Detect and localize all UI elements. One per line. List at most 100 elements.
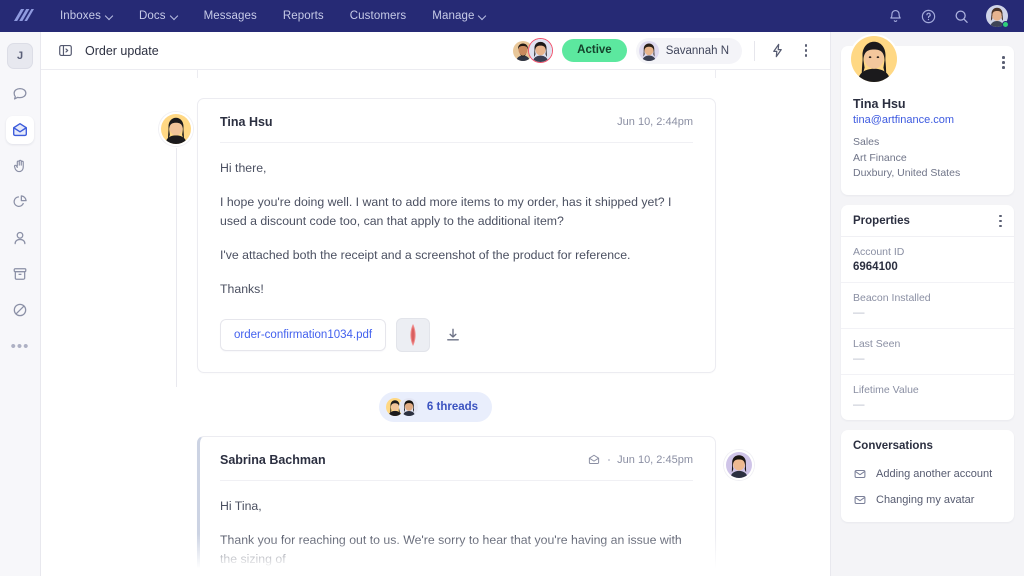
nav-item-messages[interactable]: Messages <box>191 4 270 28</box>
separator-dot <box>607 458 611 462</box>
thread-list: Tina Hsu Jun 10, 2:44pm Hi there, I hope… <box>41 70 830 576</box>
image-attachment-thumbnail[interactable] <box>396 318 431 353</box>
message-author: Sabrina Bachman <box>220 453 326 468</box>
thumbnail-image <box>402 321 425 350</box>
thread-scroll-area[interactable]: Tina Hsu Jun 10, 2:44pm Hi there, I hope… <box>41 70 830 576</box>
email-icon <box>853 467 867 481</box>
sidebar-item-blocked[interactable] <box>6 296 34 324</box>
nav-item-manage[interactable]: Manage <box>419 4 499 28</box>
message-header: Tina Hsu Jun 10, 2:44pm <box>220 115 693 143</box>
contact-name: Tina Hsu <box>853 97 906 111</box>
sidebar-item-chat[interactable] <box>6 80 34 108</box>
contact-location: Duxbury, United States <box>853 167 961 180</box>
previous-message-card-partial[interactable] <box>197 70 716 78</box>
archive-icon <box>13 268 27 280</box>
chevron-down-icon <box>479 12 486 19</box>
message-paragraph: Hi Tina, <box>220 499 262 514</box>
expand-panel-icon[interactable] <box>57 42 74 59</box>
bell-icon[interactable] <box>887 8 904 25</box>
assignee-chip[interactable]: Savannah N <box>635 37 742 64</box>
properties-title: Properties <box>853 214 910 227</box>
status-badge[interactable]: Active <box>562 39 627 62</box>
thread-participant-avatar <box>398 397 419 418</box>
thread-connector-line <box>175 148 177 388</box>
property-row[interactable]: Beacon Installed — <box>841 283 1014 330</box>
nav-item-reports[interactable]: Reports <box>270 4 337 28</box>
properties-header: Properties <box>841 205 1014 238</box>
message-paragraph: I hope you're doing well. I want to add … <box>220 195 672 229</box>
avatar[interactable] <box>724 450 754 481</box>
message-item: Sabrina Bachman Jun 10, 2:45pm Hi Tina, … <box>197 436 754 576</box>
nav-item-customers[interactable]: Customers <box>337 4 420 28</box>
search-icon[interactable] <box>953 8 970 25</box>
property-value: 6964100 <box>853 261 898 274</box>
app-root: Inboxes Docs Messages Reports Customers … <box>0 0 1024 576</box>
property-row[interactable]: Lifetime Value — <box>841 375 1014 420</box>
sidebar-item-contacts[interactable] <box>6 224 34 252</box>
attachment-file-link[interactable]: order-confirmation1034.pdf <box>220 319 387 352</box>
conversation-header: Order update Active Savannah N <box>41 32 830 70</box>
lightning-icon[interactable] <box>767 41 787 61</box>
property-label: Account ID <box>853 246 905 259</box>
sidebar-more-button[interactable]: ••• <box>11 339 30 354</box>
sidebar-item-reports[interactable] <box>6 188 34 216</box>
threads-count-label: 6 threads <box>426 401 479 414</box>
message-card: Tina Hsu Jun 10, 2:44pm Hi there, I hope… <box>197 98 716 374</box>
page-title: Order update <box>85 43 159 58</box>
assignee-name: Savannah N <box>665 44 729 57</box>
customer-sidebar: Tina Hsu tina@artfinance.com Sales Art F… <box>830 32 1024 576</box>
nav-item-label: Docs <box>138 10 166 22</box>
conversation-header-actions: Active Savannah N <box>512 37 816 64</box>
left-sidebar-rail: J ••• <box>0 32 41 576</box>
chevron-down-icon <box>106 12 113 19</box>
avatar[interactable] <box>159 112 193 146</box>
viewer-avatar-stack[interactable] <box>512 38 554 63</box>
property-label: Last Seen <box>853 338 901 351</box>
properties-menu-button[interactable] <box>999 214 1002 228</box>
nav-item-docs[interactable]: Docs <box>126 4 191 28</box>
contact-email[interactable]: tina@artfinance.com <box>853 114 1002 126</box>
attachment-row: order-confirmation1034.pdf <box>220 318 693 353</box>
online-status-dot <box>1002 21 1009 28</box>
nav-item-label: Inboxes <box>60 10 101 22</box>
workspace-badge[interactable]: J <box>7 43 33 69</box>
message-card: Sabrina Bachman Jun 10, 2:45pm Hi Tina, … <box>197 436 716 576</box>
message-author: Tina Hsu <box>220 115 273 129</box>
nav-item-inboxes[interactable]: Inboxes <box>47 4 126 28</box>
message-body: Hi there, I hope you're doing well. I wa… <box>220 143 693 353</box>
message-meta: Jun 10, 2:44pm <box>617 116 693 128</box>
conversations-list: Adding another account Changing my avata… <box>841 456 1014 522</box>
list-item[interactable]: Changing my avatar <box>849 487 1006 513</box>
property-value: — <box>853 353 865 366</box>
contact-menu-button[interactable] <box>1002 56 1005 69</box>
sidebar-item-archive[interactable] <box>6 260 34 288</box>
header-divider <box>754 40 755 61</box>
message-paragraph: Thank you for reaching out to us. We're … <box>220 533 682 567</box>
property-row[interactable]: Account ID 6964100 <box>841 237 1014 284</box>
conversation-subject: Changing my avatar <box>876 494 975 507</box>
properties-panel: Properties Account ID 6964100 Beacon Ins… <box>841 204 1014 421</box>
conversation-pane: Order update Active Savannah N Tina Hsu … <box>41 32 830 576</box>
nav-right-controls <box>887 5 1014 28</box>
hand-icon <box>13 159 24 173</box>
message-item: Tina Hsu Jun 10, 2:44pm Hi there, I hope… <box>159 98 716 388</box>
main-nav-items: Inboxes Docs Messages Reports Customers … <box>47 4 499 28</box>
message-paragraph: I've attached both the receipt and a scr… <box>220 248 631 263</box>
help-circle-icon[interactable] <box>920 8 937 25</box>
kebab-menu-icon[interactable] <box>796 41 816 61</box>
avatar[interactable] <box>849 34 899 84</box>
threads-collapsed-button[interactable]: 6 threads <box>378 392 493 423</box>
sidebar-item-hand[interactable] <box>6 152 34 180</box>
logo-container[interactable] <box>0 7 45 25</box>
message-timestamp: Jun 10, 2:44pm <box>617 116 693 128</box>
user-avatar[interactable] <box>986 5 1009 28</box>
list-item[interactable]: Adding another account <box>849 461 1006 487</box>
body-row: J ••• Order update Active Savannah N Tin… <box>0 32 1024 576</box>
message-timestamp: Jun 10, 2:45pm <box>617 454 693 467</box>
helpscout-logo <box>13 9 34 21</box>
property-label: Beacon Installed <box>853 292 931 305</box>
property-row[interactable]: Last Seen — <box>841 329 1014 376</box>
sidebar-item-inbox[interactable] <box>6 116 34 144</box>
assignee-avatar <box>638 40 659 61</box>
download-icon[interactable] <box>444 326 462 344</box>
